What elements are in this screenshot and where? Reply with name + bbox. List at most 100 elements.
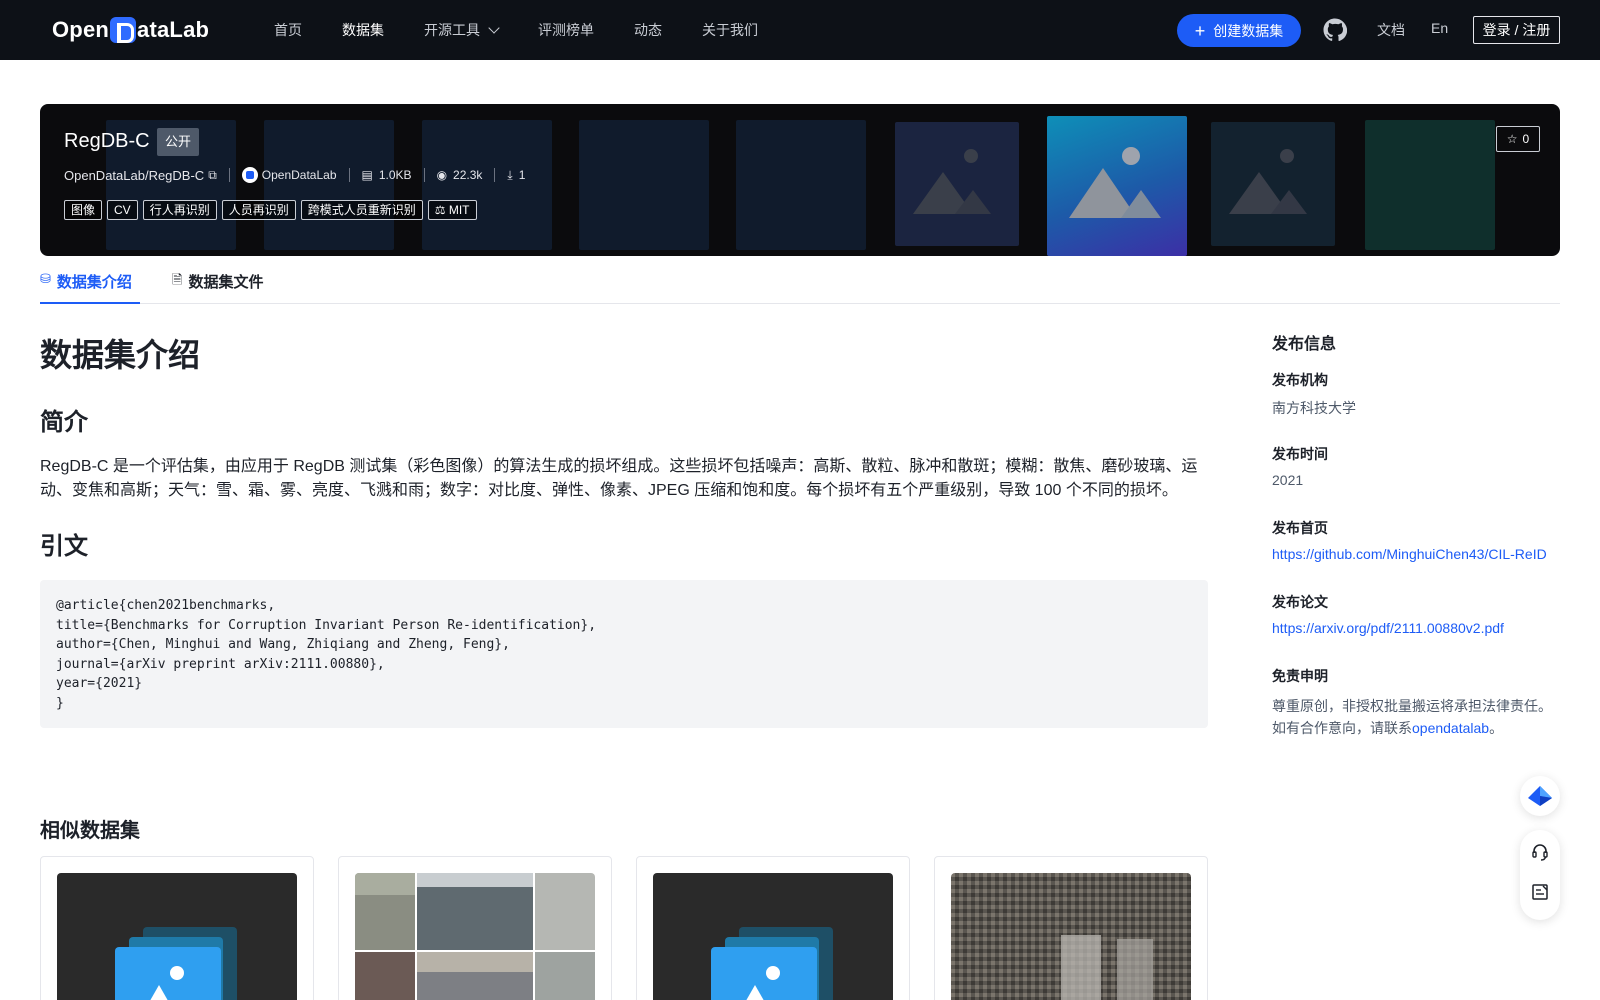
- similar-dataset-card[interactable]: [934, 856, 1208, 1000]
- customer-service-icon[interactable]: [1530, 842, 1550, 862]
- star-count: 0: [1522, 132, 1530, 146]
- publisher-avatar-icon: [241, 167, 258, 183]
- org-value: 南方科技大学: [1272, 400, 1356, 416]
- paper-label: 发布论文: [1272, 594, 1328, 610]
- contact-link[interactable]: opendatalab: [1412, 720, 1489, 736]
- docs-link[interactable]: 文档: [1377, 20, 1405, 40]
- logo-text-open: Open: [52, 17, 110, 42]
- intro-heading: 数据集介绍: [40, 337, 201, 373]
- login-register-button[interactable]: 登录 / 注册: [1473, 16, 1560, 44]
- tag-item[interactable]: CV: [107, 200, 138, 220]
- chevron-down-icon: [488, 22, 500, 34]
- assistant-logo-icon: [1528, 786, 1552, 806]
- time-label: 发布时间: [1272, 446, 1328, 462]
- tab-files-label: 数据集文件: [188, 274, 264, 291]
- tag-item[interactable]: 跨模式人员重新识别: [300, 200, 423, 220]
- disclaimer-prefix: 如有合作意向，请联系: [1272, 720, 1412, 736]
- meta-divider: [423, 168, 425, 182]
- dataset-cover-crowd-collage: [355, 873, 595, 1000]
- main-nav: 首页 数据集 开源工具 评测榜单 动态 关于我们: [274, 0, 798, 60]
- nav-item-tools[interactable]: 开源工具: [424, 20, 500, 40]
- publisher-name[interactable]: OpenDataLab: [262, 168, 337, 182]
- disclaimer-line-1: 尊重原创，非授权批量搬运将承担法律责任。: [1272, 698, 1552, 714]
- code-line: }: [56, 695, 64, 711]
- paper-link[interactable]: https://arxiv.org/pdf/2111.00880v2.pdf: [1272, 620, 1504, 636]
- tag-item[interactable]: 人员再识别: [221, 200, 296, 220]
- nav-item-home[interactable]: 首页: [274, 20, 302, 40]
- disclaimer-label: 免责申明: [1272, 668, 1328, 684]
- banner-thumbnail: [264, 120, 394, 250]
- dataset-cover-placeholder: [653, 873, 893, 1000]
- dataset-cover-mosaic: [951, 873, 1191, 1000]
- homepage-link[interactable]: https://github.com/MinghuiChen43/CIL-ReI…: [1272, 546, 1547, 562]
- similar-dataset-card[interactable]: [40, 856, 314, 1000]
- download-count: 1: [518, 168, 526, 182]
- github-icon[interactable]: [1323, 18, 1347, 42]
- image-placeholder-icon: [711, 927, 833, 1000]
- logo-mark-icon: [110, 17, 137, 43]
- dataset-path: OpenDataLab/RegDB-C: [64, 167, 205, 183]
- nav-item-leaderboard[interactable]: 评测榜单: [538, 20, 594, 40]
- language-switch[interactable]: En: [1431, 20, 1448, 36]
- floating-toolbar: [1520, 830, 1560, 920]
- view-count: 22.3k: [453, 168, 483, 182]
- time-value: 2021: [1272, 472, 1304, 488]
- storage-icon: ▤: [361, 168, 373, 182]
- top-navbar: Open ataLab 首页 数据集 开源工具 评测榜单 动态 关于我们 + 创建数…: [0, 0, 1600, 60]
- banner-image-featured: [1047, 116, 1187, 256]
- mosaic-image: [951, 873, 1191, 1000]
- create-dataset-button[interactable]: + 创建数据集: [1177, 14, 1301, 47]
- dataset-cover-placeholder: [57, 873, 297, 1000]
- nav-item-news[interactable]: 动态: [634, 20, 662, 40]
- database-icon: ⛁: [40, 271, 51, 286]
- banner-image-placeholder: [895, 122, 1019, 246]
- banner-thumbnail: [736, 120, 866, 250]
- tag-list: 图像 CV 行人再识别 人员再识别 跨模式人员重新识别 ⚖ MIT: [64, 200, 482, 220]
- similar-dataset-card[interactable]: [338, 856, 612, 1000]
- image-placeholder-icon: [1069, 147, 1161, 218]
- dataset-size: 1.0KB: [378, 168, 412, 182]
- tab-files[interactable]: 🗎 数据集文件: [172, 268, 282, 304]
- citation-heading: 引文: [40, 533, 88, 560]
- image-placeholder-icon: [115, 927, 237, 1000]
- file-icon: 🗎: [172, 272, 183, 287]
- star-button[interactable]: ☆ 0: [1496, 126, 1540, 152]
- content-tabs: ⛁ 数据集介绍 🗎 数据集文件: [40, 268, 1560, 304]
- image-placeholder-icon: [913, 149, 991, 214]
- homepage-label: 发布首页: [1272, 520, 1328, 536]
- org-label: 发布机构: [1272, 372, 1328, 388]
- opendatalab-logo[interactable]: Open ataLab: [52, 16, 209, 44]
- disclaimer-suffix: 。: [1489, 720, 1504, 736]
- license-tag[interactable]: ⚖ MIT: [427, 200, 477, 220]
- disclaimer-line-2: 如有合作意向，请联系opendatalab。: [1272, 718, 1503, 738]
- assistant-float-button[interactable]: [1520, 776, 1560, 816]
- feedback-icon[interactable]: [1530, 882, 1550, 902]
- code-line: @article{chen2021benchmarks,: [56, 598, 276, 613]
- copy-icon[interactable]: ⧉: [208, 168, 217, 183]
- tag-item[interactable]: 图像: [64, 200, 103, 220]
- similar-dataset-card[interactable]: [636, 856, 910, 1000]
- meta-divider: [494, 168, 496, 182]
- create-dataset-label: 创建数据集: [1213, 22, 1284, 39]
- tab-introduction[interactable]: ⛁ 数据集介绍: [40, 268, 140, 304]
- dataset-title: RegDB-C: [64, 130, 150, 152]
- visibility-badge: 公开: [157, 128, 200, 156]
- plus-icon: +: [1194, 20, 1206, 41]
- nav-item-about[interactable]: 关于我们: [702, 20, 758, 40]
- dataset-meta-row: OpenDataLab/RegDB-C ⧉ OpenDataLab ▤ 1.0K…: [64, 166, 525, 184]
- star-icon: ☆: [1506, 132, 1518, 146]
- sidebar-title: 发布信息: [1272, 336, 1337, 353]
- code-line: year={2021}: [56, 676, 143, 692]
- meta-divider: [348, 168, 350, 182]
- tag-item[interactable]: 行人再识别: [142, 200, 217, 220]
- publish-info-sidebar: 发布信息 发布机构 南方科技大学 发布时间 2021 发布首页 https://…: [1272, 330, 1572, 736]
- eye-icon: ◉: [436, 168, 448, 182]
- citation-code-block[interactable]: @article{chen2021benchmarks, title={Benc…: [40, 580, 1208, 728]
- nav-item-datasets[interactable]: 数据集: [342, 20, 384, 40]
- banner-thumbnail: [1365, 120, 1495, 250]
- banner-image-placeholder: [1211, 122, 1335, 246]
- code-line: author={Chen, Minghui and Wang, Zhiqiang…: [56, 637, 510, 653]
- crowd-collage-image: [355, 873, 595, 1000]
- scale-icon: ⚖: [434, 203, 449, 217]
- code-line: journal={arXiv preprint arXiv:2111.00880…: [56, 656, 385, 672]
